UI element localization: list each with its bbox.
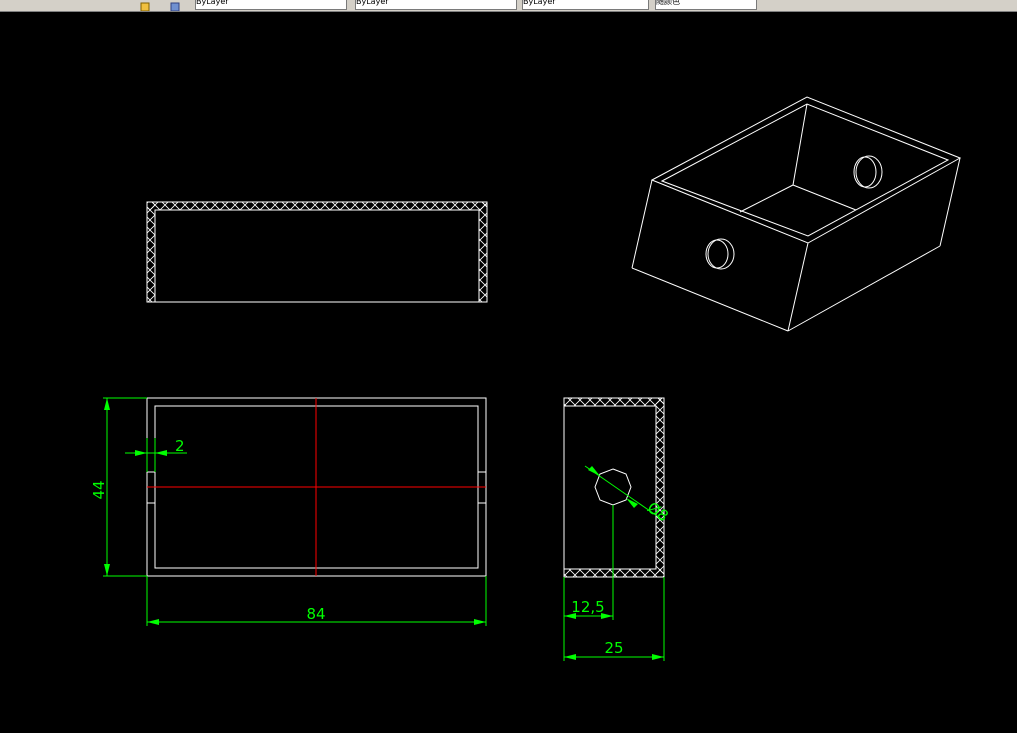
- lineweight-dropdown[interactable]: ByLayer: [522, 0, 649, 10]
- dim-text-wall: 2: [175, 437, 185, 455]
- front-view: [146, 397, 487, 577]
- dim-text-width: 25: [604, 639, 623, 657]
- dim-text-height: 44: [90, 480, 108, 499]
- isometric-view: [631, 96, 962, 332]
- layer-state-icon[interactable]: [140, 0, 150, 11]
- center-lines: [147, 398, 486, 576]
- dimension-height: [103, 397, 147, 577]
- top-section-view: [146, 201, 488, 303]
- properties-toolbar: ByLayer ByLayer ByLayer 随颜色: [0, 0, 1017, 12]
- layer-dropdown[interactable]: ByLayer: [195, 0, 347, 10]
- side-section-view: [563, 397, 665, 578]
- dim-text-length: 84: [306, 605, 325, 623]
- plotstyle-dropdown[interactable]: 随颜色: [655, 0, 757, 10]
- dim-text-diameter: Ø8: [644, 498, 672, 525]
- drawing-canvas[interactable]: 2 44 84 Ø8 12,5 25: [0, 12, 1017, 733]
- back-hole: [853, 155, 883, 189]
- linetype-dropdown[interactable]: ByLayer: [355, 0, 517, 10]
- layer-properties-icon[interactable]: [170, 0, 180, 11]
- dim-text-offset: 12,5: [571, 598, 604, 616]
- front-hole: [705, 238, 735, 270]
- hole-octagon: [594, 468, 632, 506]
